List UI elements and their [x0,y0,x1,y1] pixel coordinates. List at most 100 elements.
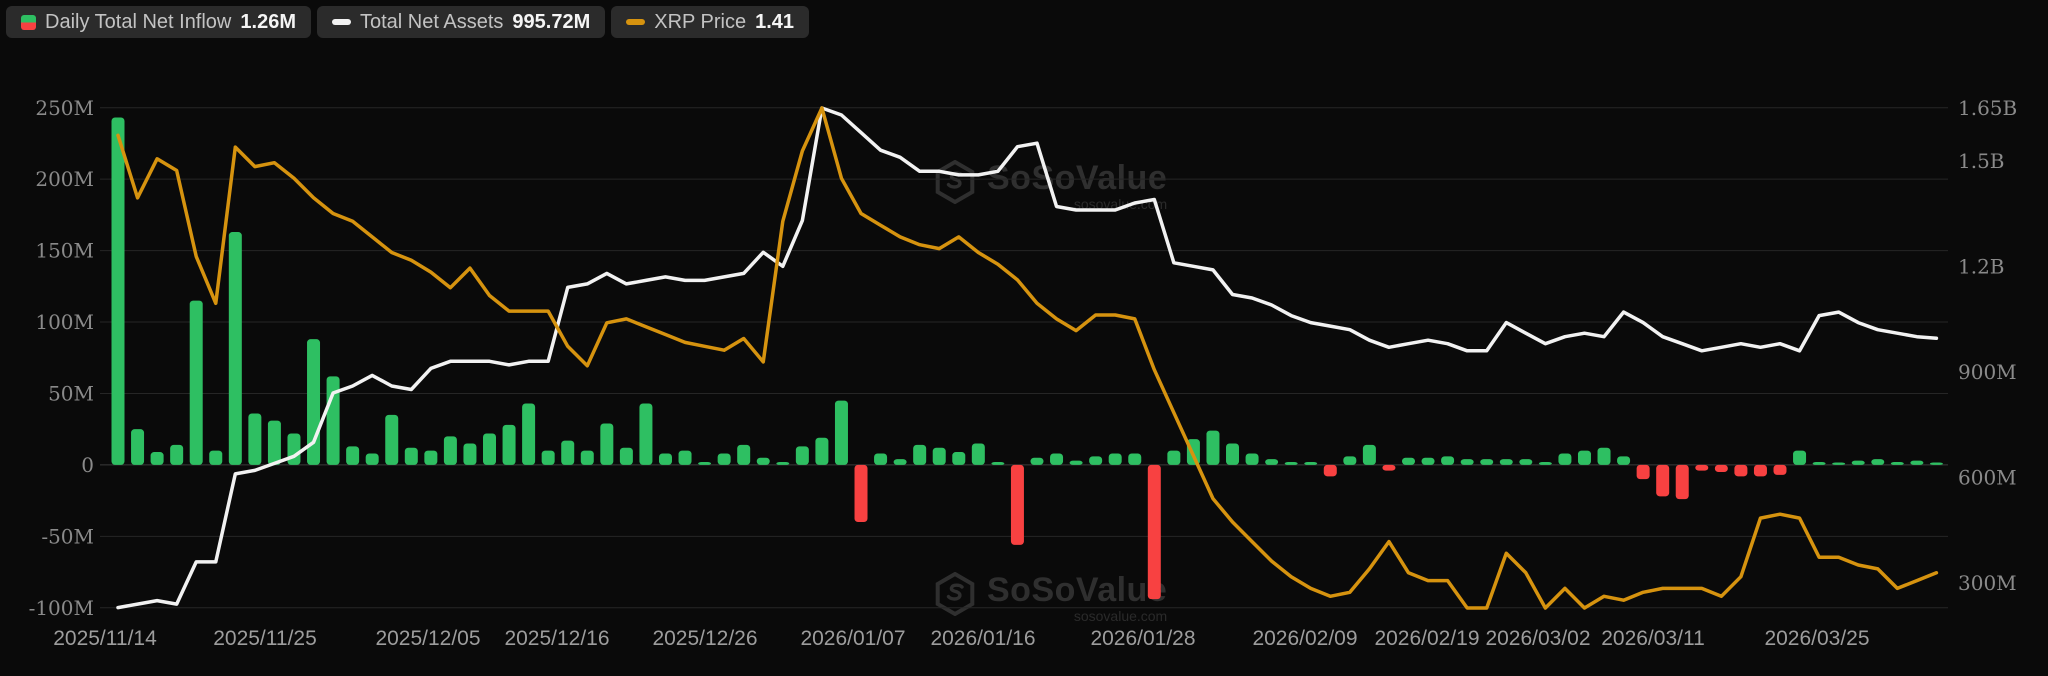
inflow-bar[interactable] [151,452,164,465]
inflow-bar[interactable] [1519,459,1532,465]
inflow-bar[interactable] [405,448,418,465]
inflow-bar[interactable] [1011,465,1024,545]
inflow-bar[interactable] [1500,459,1513,465]
inflow-bar[interactable] [952,452,965,465]
inflow-bar[interactable] [1206,431,1219,465]
inflow-bar[interactable] [1304,462,1317,465]
inflow-bar[interactable] [1148,465,1161,599]
inflow-bar[interactable] [542,451,555,465]
inflow-bar[interactable] [1461,459,1474,465]
inflow-bar[interactable] [639,403,652,464]
inflow-bar[interactable] [463,443,476,464]
inflow-bar[interactable] [1285,462,1298,465]
inflow-bar[interactable] [1089,456,1102,465]
inflow-bar[interactable] [1578,451,1591,465]
inflow-bar[interactable] [1930,463,1943,465]
inflow-bar[interactable] [1539,462,1552,465]
inflow-bar[interactable] [1246,453,1259,464]
assets-line[interactable] [118,108,1936,608]
inflow-bar[interactable] [776,462,789,465]
inflow-bar[interactable] [972,443,985,464]
inflow-bar[interactable] [1226,443,1239,464]
inflow-bar[interactable] [366,453,379,464]
inflow-bar[interactable] [1891,462,1904,465]
inflow-bar[interactable] [346,446,359,465]
inflow-bar[interactable] [131,429,144,465]
inflow-bar[interactable] [444,436,457,465]
inflow-bar[interactable] [1852,461,1865,465]
inflow-bar[interactable] [835,401,848,465]
inflow-bar[interactable] [190,301,203,465]
inflow-bar[interactable] [698,462,711,465]
inflow-bar[interactable] [268,421,281,465]
inflow-bar[interactable] [1422,458,1435,465]
inflow-bar[interactable] [1109,453,1122,464]
inflow-bar[interactable] [385,415,398,465]
inflow-bar[interactable] [209,451,222,465]
price-line[interactable] [118,108,1936,608]
inflow-bar[interactable] [112,117,125,464]
inflow-bar[interactable] [1617,456,1630,465]
inflow-bar[interactable] [718,453,731,464]
inflow-bar[interactable] [1695,465,1708,471]
inflow-bar[interactable] [600,423,613,464]
inflow-bar[interactable] [855,465,868,522]
inflow-bar[interactable] [1774,465,1787,475]
inflow-bar[interactable] [1598,448,1611,465]
inflow-bar[interactable] [503,425,516,465]
inflow-bar[interactable] [913,445,926,465]
inflow-bar[interactable] [1871,459,1884,465]
inflow-bar[interactable] [1402,458,1415,465]
legend-value: 995.72M [512,11,590,34]
inflow-bar[interactable] [737,445,750,465]
inflow-bar[interactable] [1813,462,1826,465]
inflow-bar[interactable] [620,448,633,465]
inflow-bar[interactable] [1734,465,1747,476]
inflow-bar[interactable] [1637,465,1650,479]
inflow-bar[interactable] [424,451,437,465]
inflow-bar[interactable] [659,453,672,464]
x-axis-tick: 2026/03/25 [1764,627,1869,650]
inflow-bar[interactable] [1167,451,1180,465]
inflow-bar[interactable] [1363,445,1376,465]
chart-canvas[interactable]: 250M200M150M100M50M0-50M-100M1.65B1.5B1.… [0,0,2048,676]
inflow-bar[interactable] [170,445,183,465]
inflow-bar[interactable] [1441,456,1454,465]
inflow-bar[interactable] [248,413,261,464]
inflow-bar[interactable] [1910,461,1923,465]
inflow-bar[interactable] [757,458,770,465]
inflow-bar[interactable] [1128,453,1141,464]
legend-item-xrp-price[interactable]: XRP Price 1.41 [611,6,809,38]
inflow-bar[interactable] [1676,465,1689,499]
inflow-bar[interactable] [581,451,594,465]
inflow-bar[interactable] [1324,465,1337,476]
inflow-bar[interactable] [894,459,907,465]
inflow-bar[interactable] [874,453,887,464]
inflow-bar[interactable] [1480,459,1493,465]
inflow-bar[interactable] [1754,465,1767,476]
inflow-bar[interactable] [1030,458,1043,465]
inflow-bar[interactable] [522,403,535,464]
inflow-bar[interactable] [679,451,692,465]
inflow-bar[interactable] [483,433,496,464]
legend-item-total-net-assets[interactable]: Total Net Assets 995.72M [317,6,605,38]
inflow-bar[interactable] [1343,456,1356,465]
inflow-bar[interactable] [229,232,242,465]
legend-item-daily-net-inflow[interactable]: Daily Total Net Inflow 1.26M [6,6,311,38]
inflow-bar[interactable] [815,438,828,465]
y-axis-tick-right: 1.65B [1958,96,2017,120]
inflow-bar[interactable] [796,446,809,465]
inflow-bar[interactable] [1656,465,1669,496]
inflow-bar[interactable] [991,462,1004,465]
inflow-bar[interactable] [1265,459,1278,465]
inflow-bar[interactable] [1558,453,1571,464]
inflow-bar[interactable] [1832,463,1845,465]
inflow-bar[interactable] [1382,465,1395,471]
inflow-bar[interactable] [1715,465,1728,472]
inflow-bar[interactable] [933,448,946,465]
inflow-bar[interactable] [1050,453,1063,464]
inflow-bar[interactable] [287,433,300,464]
inflow-bar[interactable] [561,441,574,465]
inflow-bar[interactable] [1793,451,1806,465]
inflow-bar[interactable] [1070,461,1083,465]
